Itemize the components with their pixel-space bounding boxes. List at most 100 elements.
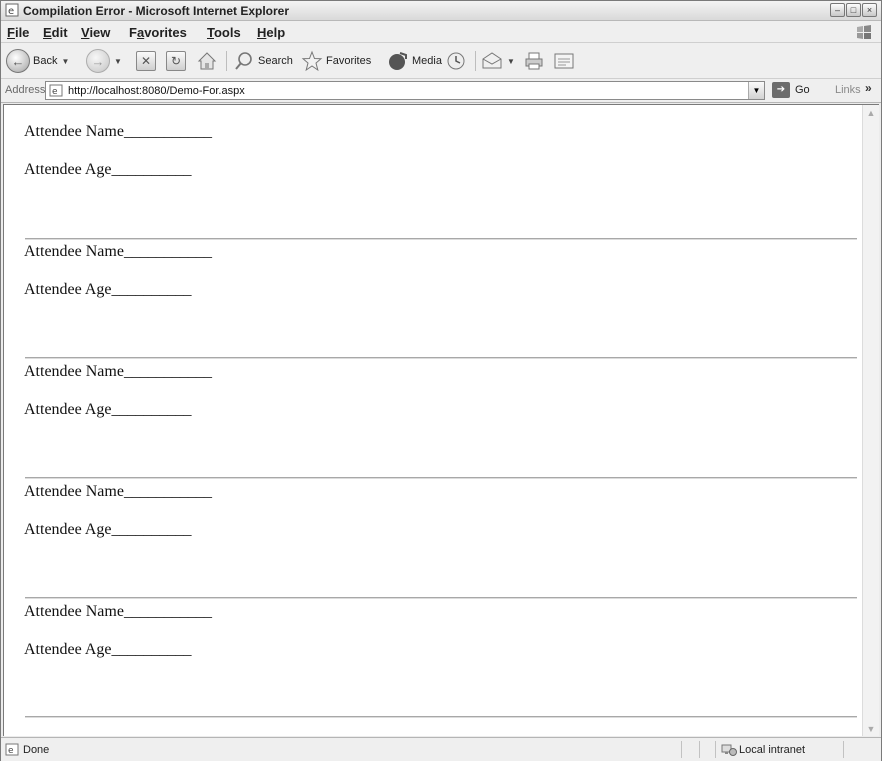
menu-help-rest: elp [266, 25, 286, 40]
menu-help-key: H [257, 25, 267, 40]
menu-edit[interactable]: Edit [43, 25, 68, 40]
status-divider [843, 741, 844, 758]
menu-view-rest: iew [89, 25, 111, 40]
menu-file[interactable]: File [7, 25, 29, 40]
search-label: Search [258, 55, 293, 67]
svg-text:e: e [52, 87, 58, 97]
star-icon [301, 50, 323, 72]
svg-text:e: e [8, 6, 14, 17]
menu-tools-rest: ools [213, 25, 241, 40]
window-controls: – □ × [830, 3, 877, 17]
menu-edit-key: E [43, 25, 52, 40]
close-button[interactable]: × [862, 3, 877, 17]
stop-icon: ✕ [136, 51, 156, 71]
security-zone-label: Local intranet [739, 744, 806, 756]
address-url: http://localhost:8080/Demo-For.aspx [68, 85, 245, 97]
attendee-age-label: Attendee Age__________ [24, 281, 192, 298]
attendee-age-label: Attendee Age__________ [24, 161, 192, 178]
back-button[interactable]: ← Back ▼ [6, 47, 69, 75]
mail-icon [482, 52, 502, 69]
home-button[interactable] [196, 47, 218, 75]
refresh-button[interactable]: ↻ [166, 47, 186, 75]
attendee-age-label: Attendee Age__________ [24, 401, 192, 418]
forward-arrow-icon: → [86, 49, 110, 73]
status-text: Done [23, 744, 50, 756]
horizontal-rule [25, 238, 857, 240]
menu-tools-key: T [207, 25, 214, 40]
edit-button[interactable] [553, 47, 575, 75]
scroll-down-icon[interactable]: ▼ [863, 721, 879, 736]
horizontal-rule [25, 597, 857, 599]
mail-dropdown-icon[interactable]: ▼ [507, 57, 515, 66]
ie-page-icon: e [5, 743, 19, 756]
attendee-name-label: Attendee Name___________ [24, 123, 212, 140]
refresh-icon: ↻ [166, 51, 186, 71]
toolbar-separator [226, 51, 227, 71]
attendee-name-label: Attendee Name___________ [24, 243, 212, 260]
status-divider [681, 741, 682, 758]
address-input[interactable]: e http://localhost:8080/Demo-For.aspx ▼ [45, 81, 765, 100]
status-divider [699, 741, 700, 758]
stop-button[interactable]: ✕ [136, 47, 156, 75]
back-arrow-icon: ← [6, 49, 30, 73]
links-button[interactable]: Links [835, 84, 861, 96]
page-content: Attendee Name___________ Attendee Age___… [3, 104, 879, 736]
browser-window: e Compilation Error - Microsoft Internet… [0, 0, 882, 761]
search-button[interactable]: Search [233, 47, 293, 75]
edit-page-icon [554, 53, 574, 69]
horizontal-rule [25, 357, 857, 359]
attendee-name-label: Attendee Name___________ [24, 603, 212, 620]
forward-button[interactable]: → ▼ [86, 47, 122, 75]
address-label: Address [5, 84, 46, 96]
media-icon [389, 52, 407, 70]
media-label: Media [412, 55, 442, 67]
menu-file-rest: ile [14, 25, 30, 40]
address-bar: Address e http://localhost:8080/Demo-For… [1, 79, 881, 103]
attendee-age-label: Attendee Age__________ [24, 521, 192, 538]
history-icon [447, 52, 465, 70]
back-label: Back [33, 55, 58, 67]
local-intranet-icon [721, 744, 737, 756]
go-arrow-icon: ➔ [772, 82, 790, 98]
status-divider [715, 741, 716, 758]
menu-tools[interactable]: Tools [207, 25, 241, 40]
media-button[interactable]: Media [387, 47, 442, 75]
address-dropdown-icon[interactable]: ▼ [748, 82, 764, 99]
menu-favorites[interactable]: Favorites [129, 25, 187, 40]
back-dropdown-icon[interactable]: ▼ [61, 57, 69, 66]
standard-toolbar: ← Back ▼ → ▼ ✕ ↻ Search Favorites Media … [1, 43, 881, 79]
ie-page-icon: e [49, 84, 63, 97]
ie-page-icon: e [5, 3, 19, 17]
print-button[interactable] [523, 47, 545, 75]
toolbar-separator [475, 51, 476, 71]
windows-flag-icon [857, 25, 871, 39]
menu-favorites-pre: F [129, 25, 137, 40]
title-bar: e Compilation Error - Microsoft Internet… [1, 1, 881, 21]
search-icon [235, 52, 252, 70]
menu-help[interactable]: Help [257, 25, 285, 40]
favorites-button[interactable]: Favorites [301, 47, 371, 75]
forward-dropdown-icon[interactable]: ▼ [114, 57, 122, 66]
attendee-name-label: Attendee Name___________ [24, 363, 212, 380]
go-label: Go [795, 84, 810, 96]
attendee-age-label: Attendee Age__________ [24, 641, 192, 658]
menu-file-key: F [7, 25, 15, 40]
minimize-button[interactable]: – [830, 3, 845, 17]
favorites-label: Favorites [326, 55, 372, 67]
go-button[interactable]: ➔ Go [772, 82, 810, 98]
mail-button[interactable]: ▼ [481, 47, 515, 75]
menu-bar: File Edit View Favorites Tools Help [1, 21, 881, 43]
vertical-scrollbar[interactable]: ▲ ▼ [862, 105, 879, 736]
status-bar: e Done Local intranet [1, 737, 881, 761]
history-button[interactable] [445, 47, 467, 75]
menu-view[interactable]: View [81, 25, 110, 40]
window-title: Compilation Error - Microsoft Internet E… [23, 4, 290, 18]
print-icon [525, 52, 543, 70]
links-chevron-icon[interactable]: » [865, 81, 872, 95]
menu-edit-rest: dit [51, 25, 68, 40]
menu-favorites-rest: vorites [144, 25, 187, 40]
horizontal-rule [25, 716, 857, 718]
scroll-up-icon[interactable]: ▲ [863, 105, 879, 121]
maximize-button[interactable]: □ [846, 3, 861, 17]
svg-text:e: e [8, 746, 14, 756]
